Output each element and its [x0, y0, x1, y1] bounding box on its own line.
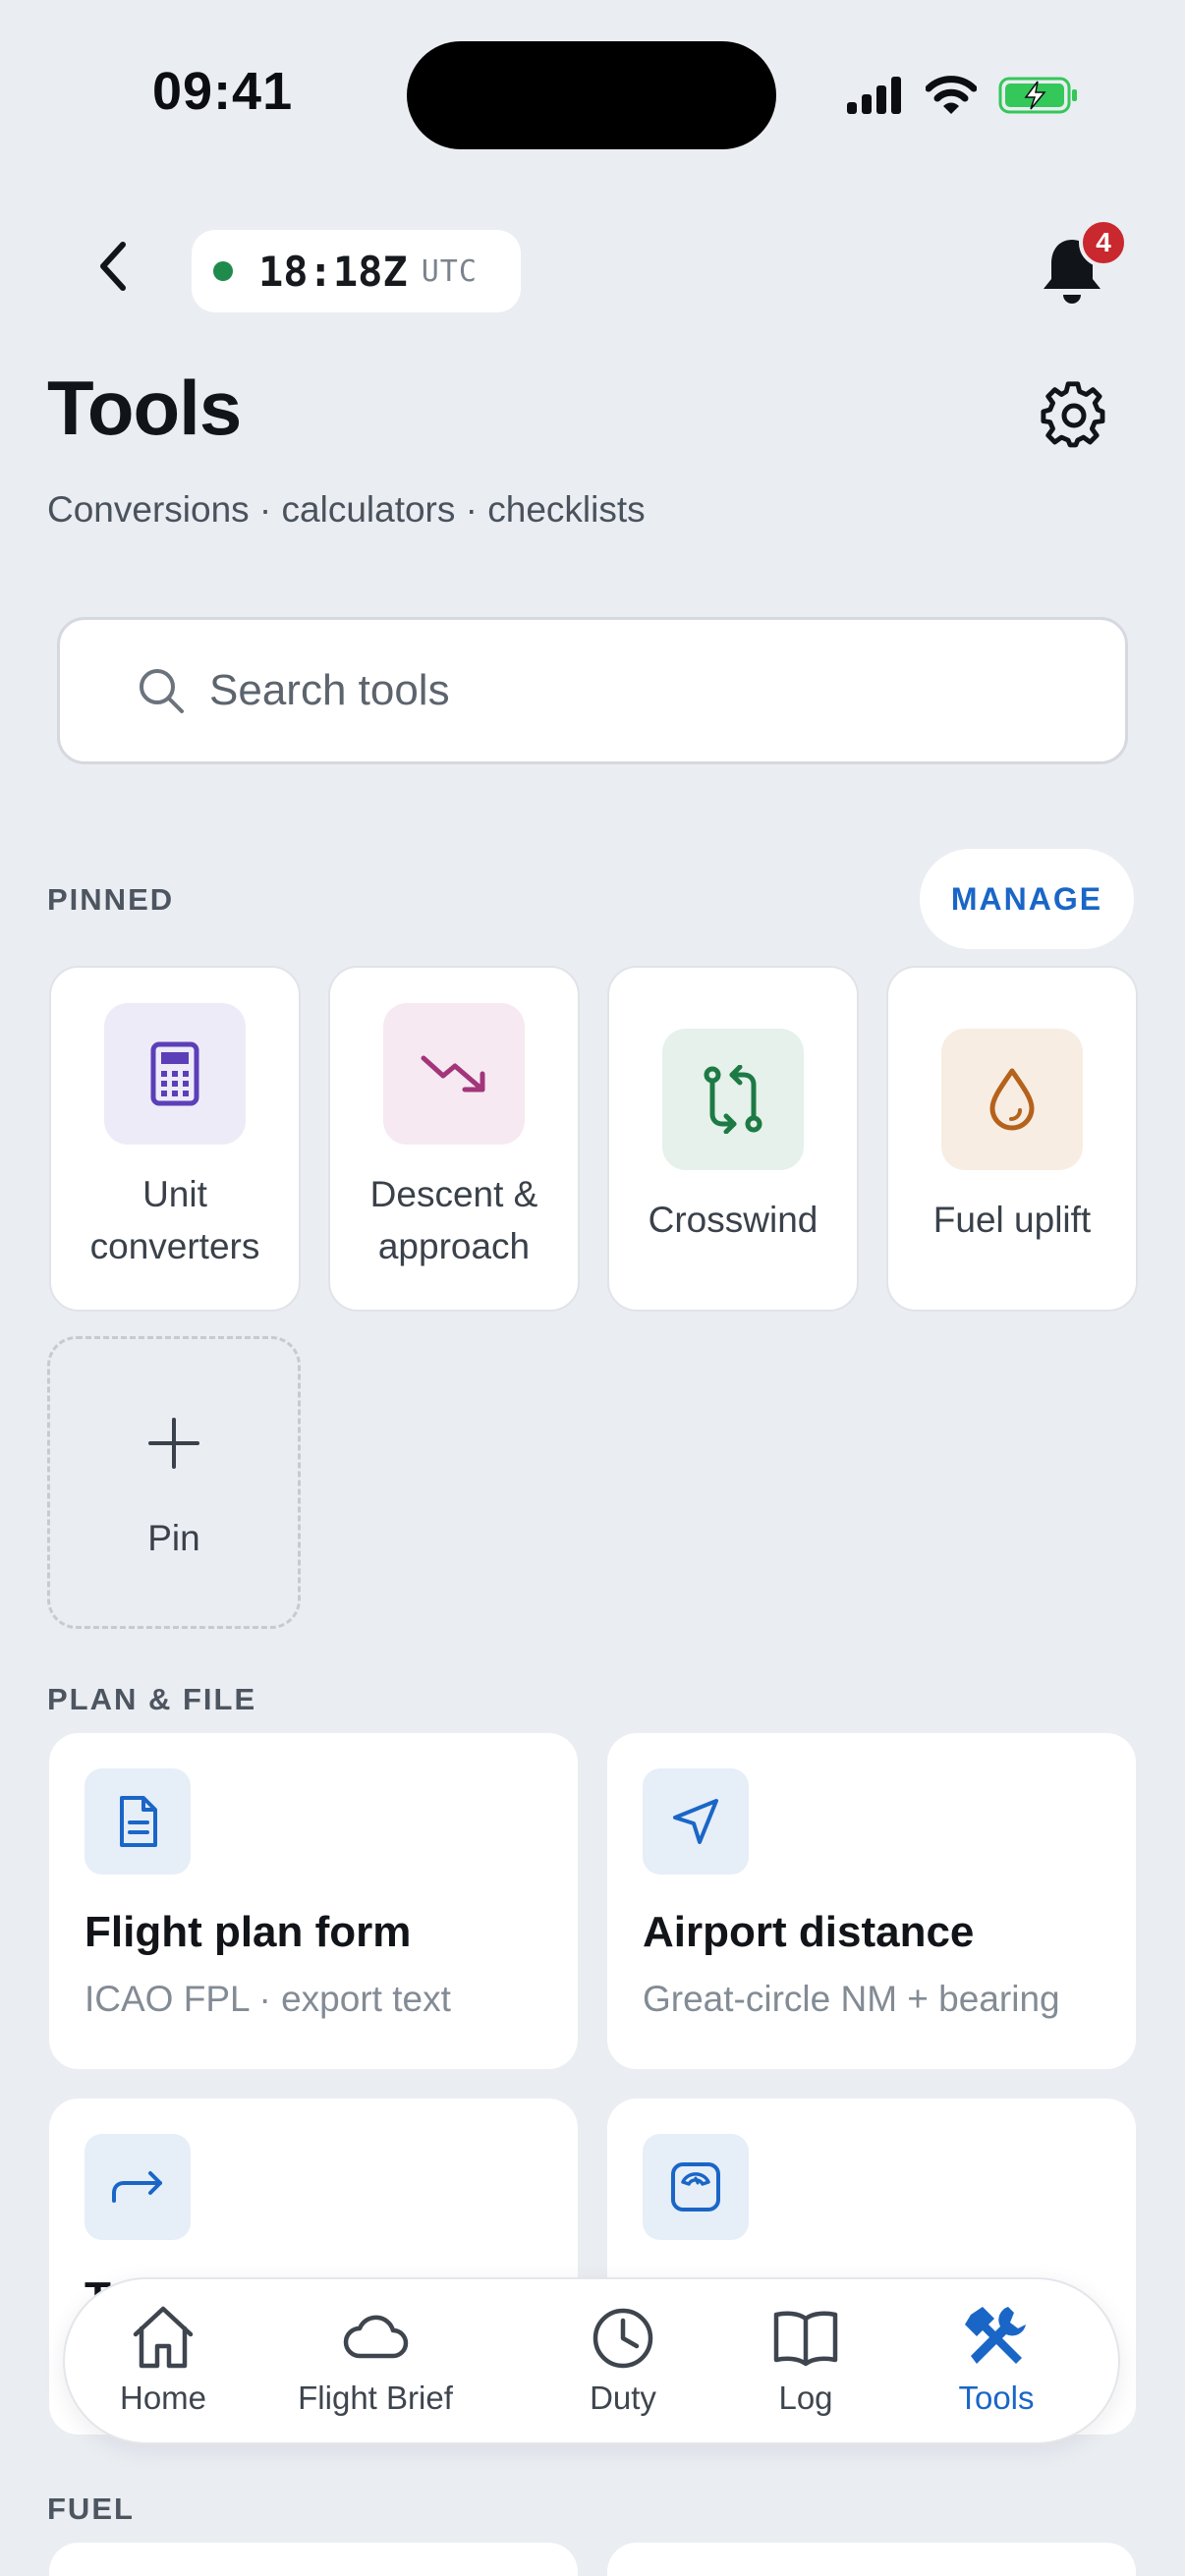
tab-label: Tools [958, 2380, 1035, 2416]
pin-label: Fuel uplift [932, 1200, 1092, 1240]
calculator-icon [150, 1041, 199, 1106]
pin-icon-box [941, 1029, 1083, 1170]
tool-card-airport-distance[interactable]: Airport distance Great-circle NM + beari… [607, 1733, 1136, 2069]
tool-icon-box [643, 1768, 749, 1875]
search-placeholder: Search tools [209, 666, 450, 714]
notification-badge: 4 [1079, 218, 1128, 267]
fuel-tool-card[interactable] [607, 2543, 1136, 2576]
home-icon [133, 2306, 194, 2369]
tool-icon-box [85, 1768, 191, 1875]
back-button[interactable] [79, 232, 147, 301]
clock-icon [592, 2308, 653, 2369]
pin-icon-box [662, 1029, 804, 1170]
online-dot [213, 261, 233, 281]
search-input[interactable]: Search tools [57, 617, 1128, 764]
wifi-icon [926, 76, 977, 114]
tab-flight-brief[interactable]: Flight Brief [297, 2279, 454, 2446]
tool-card-flight-plan-form[interactable]: Flight plan form ICAO FPL · export text [49, 1733, 578, 2069]
pin-icon-box [104, 1003, 246, 1145]
bottom-tab-bar: Home Flight Brief Duty Log Tools [63, 2277, 1120, 2444]
page-subtitle: Conversions · calculators · checklists [47, 489, 646, 530]
weight-scale-icon [671, 2162, 720, 2212]
pinned-tool-crosswind[interactable]: Crosswind [607, 966, 859, 1312]
pin-icon-box [383, 1003, 525, 1145]
tab-duty[interactable]: Duty [574, 2279, 672, 2446]
tool-icon-box [85, 2134, 191, 2240]
gear-icon [1041, 381, 1105, 448]
signal-icon [847, 77, 901, 114]
status-icons [847, 71, 1079, 120]
page-title: Tools [47, 364, 242, 451]
tab-label: Home [119, 2380, 207, 2416]
pin-label: Crosswind [648, 1200, 818, 1240]
utc-time: 18:18Z [258, 247, 408, 296]
plan-file-section-label: PLAN & FILE [47, 1682, 257, 1716]
pinned-section-label: PINNED [47, 882, 175, 917]
pin-label: Descent & approach [369, 1174, 538, 1266]
fuel-section-label: FUEL [47, 2492, 135, 2526]
tab-tools[interactable]: Tools [937, 2279, 1055, 2446]
pinned-tool-unit-converters[interactable]: Unit converters [49, 966, 301, 1312]
redirect-arrow-icon [112, 2171, 162, 2203]
tools-icon [965, 2307, 1026, 2364]
manage-button[interactable]: MANAGE [920, 849, 1134, 949]
navigation-arrow-icon [673, 1799, 718, 1844]
cloud-icon [343, 2315, 409, 2359]
pin-label: Unit converters [89, 1174, 260, 1266]
battery-charging-icon [998, 77, 1077, 114]
utc-label: UTC [421, 253, 478, 289]
pinned-tool-fuel-uplift[interactable]: Fuel uplift [886, 966, 1138, 1312]
tab-label: Flight Brief [298, 2380, 453, 2416]
droplet-icon [989, 1068, 1035, 1131]
dynamic-island [407, 41, 776, 149]
add-pin-label: Pin [147, 1518, 200, 1558]
document-icon [120, 1796, 157, 1847]
settings-button[interactable] [1040, 381, 1108, 450]
tool-icon-box [643, 2134, 749, 2240]
fuel-tool-card[interactable] [49, 2543, 578, 2576]
pinned-tool-descent-approach[interactable]: Descent & approach [328, 966, 580, 1312]
add-pin-button[interactable]: Pin [47, 1336, 301, 1629]
tab-label: Log [778, 2380, 833, 2416]
swap-arrows-icon [704, 1065, 762, 1134]
search-icon [140, 669, 184, 713]
utc-clock: 18:18Z UTC [192, 230, 521, 312]
trending-down-icon [421, 1055, 485, 1092]
plus-icon [148, 1418, 199, 1469]
status-time: 09:41 [152, 62, 294, 121]
tab-home[interactable]: Home [112, 2279, 214, 2446]
tool-subtitle: Great-circle NM + bearing [643, 1979, 1060, 2019]
tab-log[interactable]: Log [757, 2279, 855, 2446]
tool-subtitle: ICAO FPL · export text [85, 1979, 451, 2019]
tool-title: Flight plan form [85, 1908, 412, 1956]
book-icon [773, 2311, 838, 2367]
tab-label: Duty [590, 2380, 656, 2416]
chevron-left-icon [100, 242, 126, 291]
tool-title: Airport distance [643, 1908, 975, 1956]
